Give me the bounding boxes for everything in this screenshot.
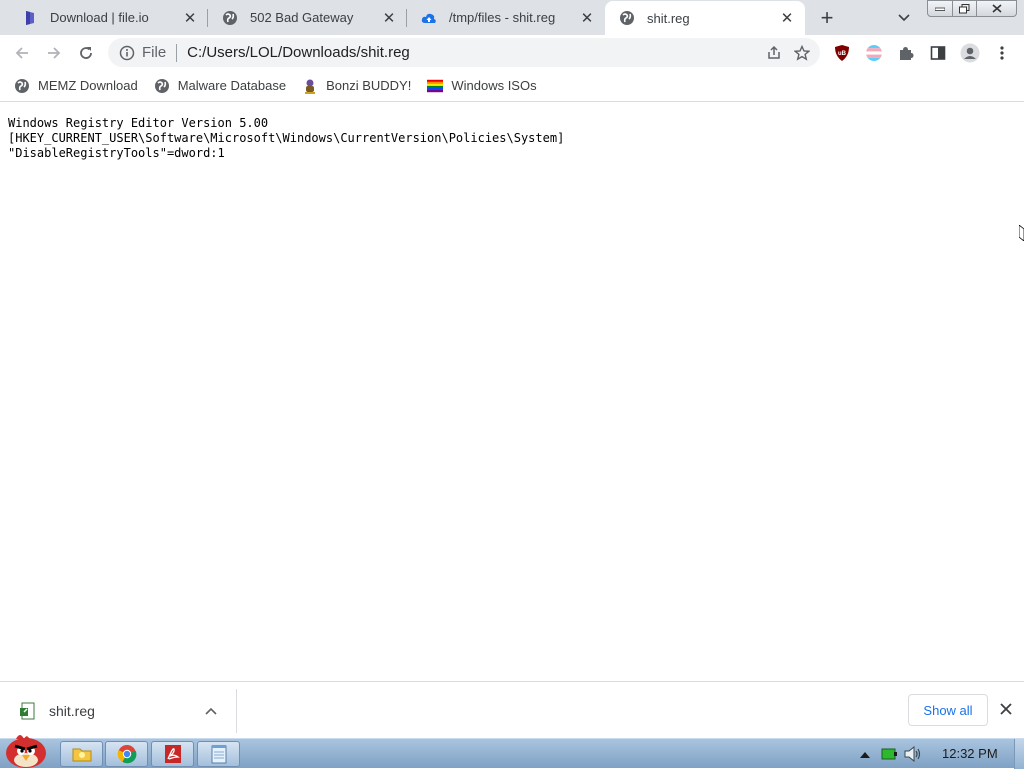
- close-icon: [991, 4, 1002, 13]
- notepad-icon: [211, 745, 226, 764]
- registry-file-icon: [20, 702, 35, 720]
- reload-icon: [80, 47, 92, 59]
- globe-icon: [154, 78, 170, 94]
- restore-button[interactable]: [953, 0, 977, 17]
- folder-icon: [72, 748, 91, 762]
- network-icon[interactable]: [880, 745, 898, 763]
- taskbar: 12:32 PM: [0, 735, 1024, 769]
- window-controls: [927, 0, 1017, 17]
- mouse-cursor-icon: [1019, 225, 1024, 241]
- minimize-icon: [935, 7, 945, 11]
- arrow-right-icon: [48, 47, 61, 59]
- bonzi-icon: [302, 78, 318, 94]
- globe-icon: [619, 10, 635, 26]
- tab-title: Download | file.io: [50, 10, 149, 25]
- url-scheme-label: File: [142, 44, 167, 61]
- bookmark-label: Malware Database: [177, 78, 287, 93]
- page-content: Windows Registry Editor Version 5.00 [HKE…: [0, 103, 1024, 681]
- text-line: Windows Registry Editor Version 5.00: [8, 116, 269, 130]
- chrome-icon: [117, 745, 136, 764]
- ublock-extension-button[interactable]: uB: [828, 39, 856, 67]
- angry-bird-start-button[interactable]: [2, 731, 50, 769]
- minimize-button[interactable]: [927, 0, 953, 17]
- globe-icon: [14, 78, 30, 94]
- profile-button[interactable]: [956, 39, 984, 67]
- tab-tmp-files[interactable]: /tmp/files - shit.reg ✕: [407, 0, 605, 35]
- download-item[interactable]: shit.reg: [0, 689, 237, 733]
- taskbar-notepad[interactable]: [197, 741, 240, 767]
- bookmark-label: Bonzi BUDDY!: [326, 78, 412, 93]
- download-options-button[interactable]: [200, 700, 222, 722]
- cloud-upload-icon: [421, 10, 437, 26]
- back-button[interactable]: [8, 39, 36, 67]
- close-icon[interactable]: ✕: [379, 8, 399, 28]
- bookmark-malware-database[interactable]: Malware Database: [154, 74, 286, 98]
- tab-title: 502 Bad Gateway: [250, 10, 354, 25]
- bookmark-star-icon[interactable]: [788, 39, 816, 67]
- file-contents: Windows Registry Editor Version 5.00 [HKE…: [8, 116, 564, 161]
- show-all-button[interactable]: Show all: [908, 694, 988, 726]
- close-icon[interactable]: ✕: [577, 8, 597, 28]
- download-shelf: shit.reg Show all: [0, 681, 1024, 738]
- omnibox-divider: [176, 43, 178, 62]
- clock[interactable]: 12:32 PM: [942, 746, 998, 761]
- rainbow-flag-icon: [427, 78, 444, 94]
- download-filename: shit.reg: [49, 703, 95, 719]
- menu-button[interactable]: [988, 39, 1016, 67]
- bookmark-bonzi-buddy[interactable]: Bonzi BUDDY!: [302, 74, 411, 98]
- globe-icon: [222, 10, 238, 26]
- pride-extension-button[interactable]: [860, 39, 888, 67]
- close-icon[interactable]: ✕: [777, 8, 797, 28]
- close-window-button[interactable]: [977, 0, 1017, 17]
- bookmark-windows-isos[interactable]: Windows ISOs: [427, 74, 537, 98]
- show-desktop-button[interactable]: [1014, 739, 1024, 769]
- tab-file-io[interactable]: Download | file.io ✕: [8, 0, 208, 35]
- acrobat-icon: [164, 745, 181, 763]
- reload-button[interactable]: [72, 39, 100, 67]
- restore-icon: [959, 3, 970, 13]
- side-panel-icon: [930, 46, 946, 60]
- taskbar-explorer[interactable]: [60, 741, 103, 767]
- side-panel-button[interactable]: [924, 39, 952, 67]
- forward-button[interactable]: [40, 39, 68, 67]
- system-tray: [856, 739, 928, 769]
- close-shelf-button[interactable]: [995, 698, 1017, 720]
- tab-strip: Download | file.io ✕ 502 Bad Gateway ✕ /…: [0, 0, 1024, 35]
- more-vert-icon: [1000, 46, 1004, 60]
- text-line: [HKEY_CURRENT_USER\Software\Microsoft\Wi…: [8, 131, 565, 145]
- tab-502-bad-gateway[interactable]: 502 Bad Gateway ✕: [208, 0, 407, 35]
- extensions-button[interactable]: [892, 39, 920, 67]
- arrow-left-icon: [15, 47, 28, 59]
- svg-text:uB: uB: [838, 51, 847, 57]
- url-text[interactable]: C:/Users/LOL/Downloads/shit.reg: [187, 44, 760, 61]
- taskbar-acrobat[interactable]: [151, 741, 194, 767]
- close-icon: [1000, 703, 1012, 715]
- chevron-up-icon: [205, 707, 217, 715]
- file-io-icon: [22, 10, 38, 26]
- info-icon[interactable]: [112, 45, 142, 61]
- toolbar: File C:/Users/LOL/Downloads/shit.reg uB: [0, 35, 1024, 70]
- text-line: "DisableRegistryTools"=dword:1: [8, 146, 225, 160]
- tab-search-button[interactable]: [893, 8, 915, 28]
- trans-flag-icon: [866, 45, 882, 61]
- bookmark-memz-download[interactable]: MEMZ Download: [14, 74, 138, 98]
- bookmark-label: Windows ISOs: [451, 78, 537, 93]
- new-tab-button[interactable]: +: [814, 5, 840, 30]
- chevron-down-icon: [898, 14, 910, 22]
- address-bar[interactable]: File C:/Users/LOL/Downloads/shit.reg: [108, 38, 820, 67]
- ublock-origin-icon: uB: [835, 45, 849, 61]
- taskbar-chrome[interactable]: [105, 741, 148, 767]
- close-icon[interactable]: ✕: [180, 8, 200, 28]
- bookmarks-bar: MEMZ Download Malware Database Bonzi BUD…: [0, 70, 1024, 102]
- tab-title: /tmp/files - shit.reg: [449, 10, 556, 25]
- tab-title: shit.reg: [647, 10, 690, 26]
- share-icon[interactable]: [760, 39, 788, 67]
- show-hidden-icons-button[interactable]: [856, 745, 874, 763]
- avatar: [960, 43, 980, 63]
- tab-shit-reg[interactable]: shit.reg ✕: [605, 1, 805, 35]
- bookmark-label: MEMZ Download: [38, 78, 138, 93]
- volume-icon[interactable]: [904, 745, 922, 763]
- puzzle-piece-icon: [900, 47, 914, 60]
